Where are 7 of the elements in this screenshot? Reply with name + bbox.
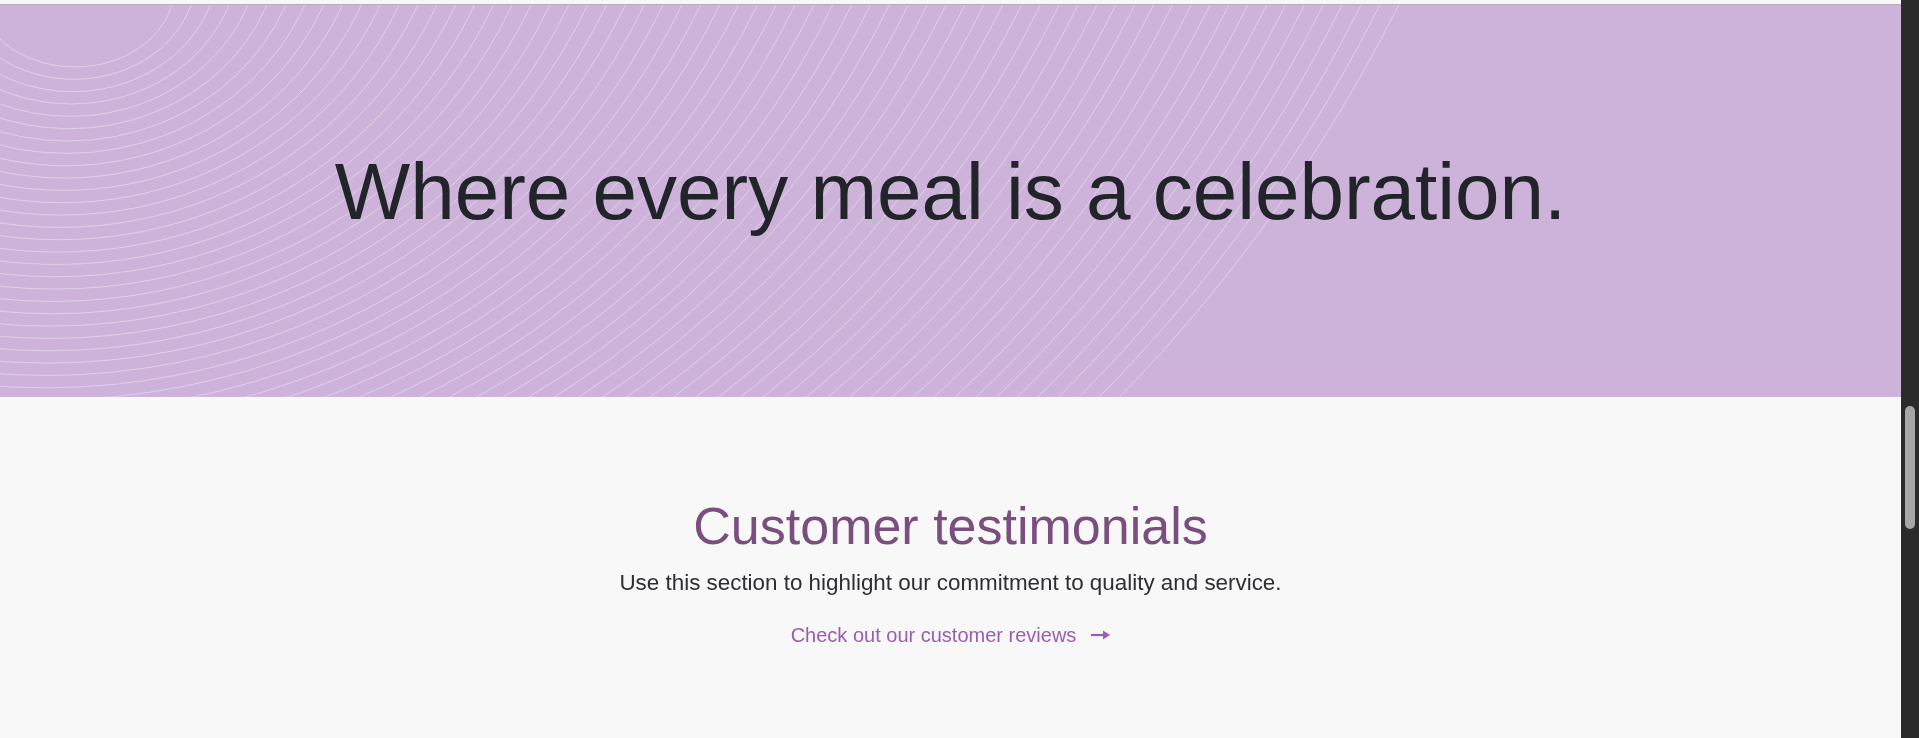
arrow-right-icon: [1091, 629, 1111, 640]
reviews-link[interactable]: Check out our customer reviews: [790, 621, 1111, 648]
hero-heading: Where every meal is a celebration.: [334, 146, 1567, 238]
section-heading: Customer testimonials: [693, 496, 1208, 557]
scrollbar-thumb[interactable]: [1905, 406, 1915, 529]
section-description: Use this section to highlight our commitment to quality and service.: [619, 569, 1282, 598]
scrollbar[interactable]: [1901, 0, 1919, 738]
